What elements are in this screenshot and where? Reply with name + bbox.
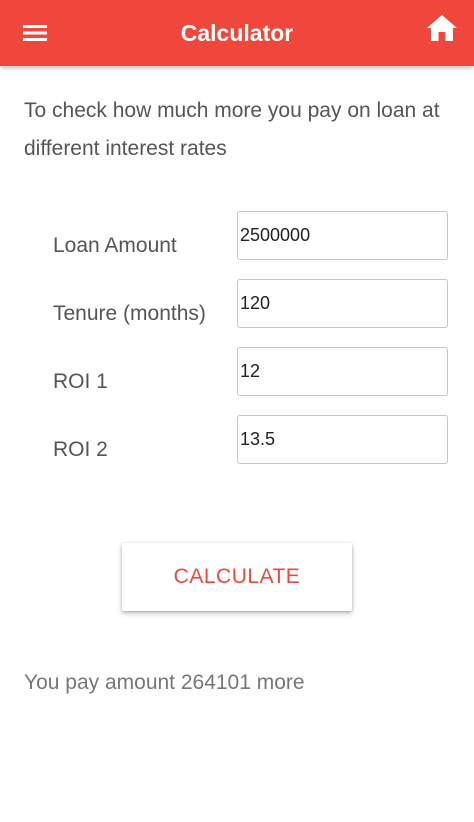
roi2-label: ROI 2 — [53, 438, 108, 461]
calculate-button[interactable]: CALCULATE — [122, 543, 352, 611]
toolbar-title: Calculator — [180, 20, 294, 46]
app-toolbar: Calculator — [0, 0, 474, 66]
roi1-input[interactable] — [237, 347, 448, 396]
loan-amount-label: Loan Amount — [53, 234, 177, 257]
home-icon — [427, 15, 457, 41]
loan-amount-input[interactable] — [237, 211, 448, 260]
tenure-label: Tenure (months) — [53, 302, 206, 325]
result-text: You pay amount 264101 more — [24, 671, 305, 694]
roi1-label: ROI 1 — [53, 370, 108, 393]
home-button[interactable] — [422, 8, 462, 48]
roi2-input[interactable] — [237, 415, 448, 464]
tenure-input[interactable] — [237, 279, 448, 328]
app-screen: Calculator To check how much more you pa… — [0, 0, 474, 822]
intro-text: To check how much more you pay on loan a… — [24, 99, 440, 160]
